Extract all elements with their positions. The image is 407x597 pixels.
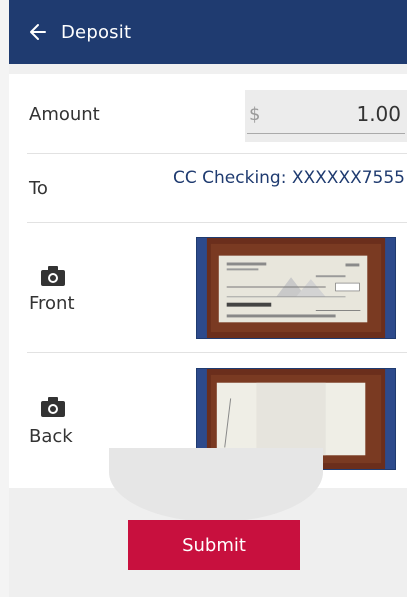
to-row[interactable]: To CC Checking: XXXXXX7555 (9, 154, 407, 222)
back-button[interactable] (23, 17, 53, 47)
front-label: Front (29, 293, 75, 314)
header-gap (9, 64, 407, 74)
front-check-image[interactable] (196, 237, 396, 339)
submit-button[interactable]: Submit (128, 520, 300, 570)
currency-symbol: $ (249, 104, 261, 125)
amount-value: 1.00 (356, 102, 401, 126)
amount-input[interactable]: $ 1.00 (245, 90, 407, 142)
camera-icon (41, 266, 65, 286)
to-account: CC Checking: XXXXXX7555 (173, 168, 405, 188)
app-header: Deposit (9, 0, 407, 64)
decorative-arc (109, 448, 323, 522)
camera-icon (41, 397, 65, 417)
amount-label: Amount (29, 104, 100, 125)
back-label: Back (29, 426, 73, 447)
arrow-left-icon (30, 24, 46, 40)
amount-input-underline (247, 133, 405, 134)
amount-row: Amount $ 1.00 (9, 74, 407, 154)
to-label: To (29, 178, 48, 199)
page-title: Deposit (61, 21, 132, 43)
